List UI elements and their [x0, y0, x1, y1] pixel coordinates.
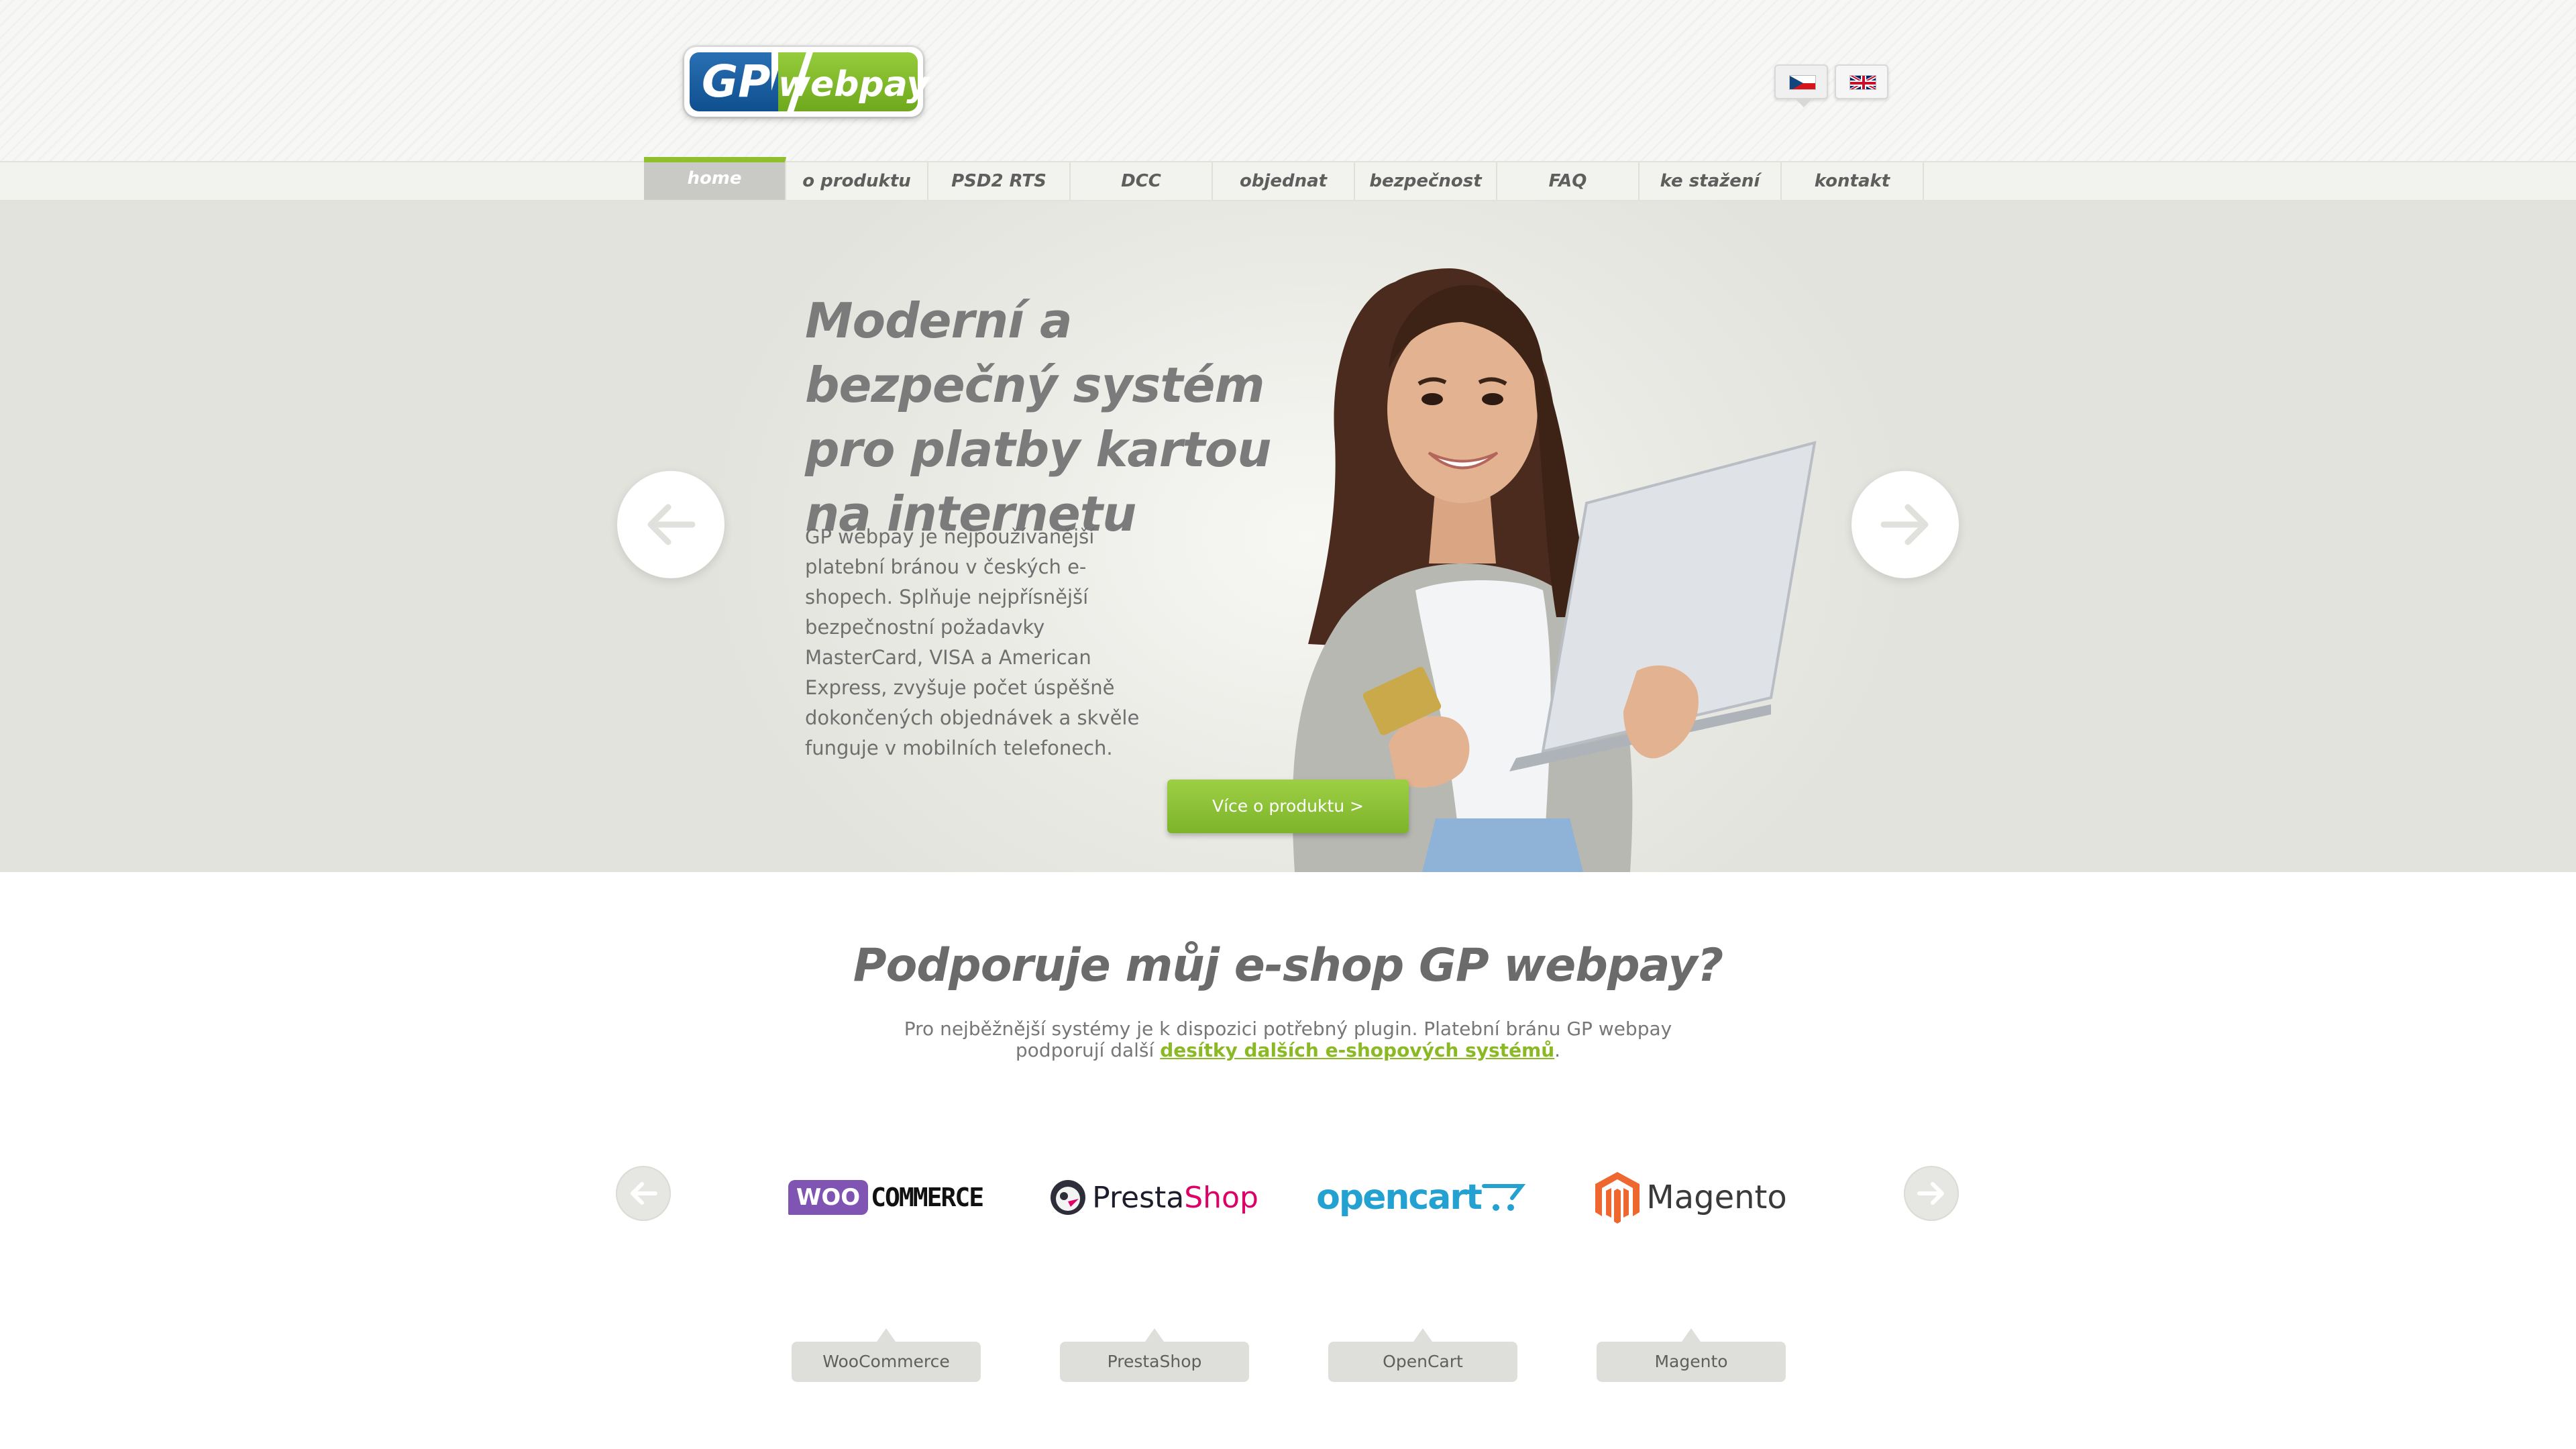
czech-flag-icon [1789, 75, 1816, 90]
site-header: GP webpay [0, 0, 2576, 161]
prestashop-puffin-icon [1051, 1180, 1086, 1215]
more-eshop-systems-link[interactable]: desítky dalších e-shopových systémů [1160, 1039, 1554, 1061]
arrow-left-icon [631, 1182, 657, 1205]
plugins-prev-button[interactable] [616, 1166, 671, 1221]
woman-laptop-illustration [1292, 268, 1817, 872]
plugin-label-opencart[interactable]: OpenCart [1328, 1328, 1517, 1382]
nav-item-psd2-rts[interactable]: PSD2 RTS [928, 162, 1071, 200]
plugins-section-title: Podporuje můj e-shop GP webpay? [853, 939, 1723, 992]
plugin-label-prestashop[interactable]: PrestaShop [1060, 1328, 1249, 1382]
cart-icon [1481, 1184, 1525, 1211]
hero-prev-button[interactable] [617, 471, 724, 578]
opencart-wordmark: opencart [1316, 1177, 1483, 1218]
nav-item-objednat[interactable]: objednat [1213, 162, 1355, 200]
nav-item-kontakt[interactable]: kontakt [1782, 162, 1924, 200]
main-navigation: home o produktu PSD2 RTS DCC objednat be… [0, 157, 2576, 201]
presta-wordmark: Presta [1092, 1180, 1185, 1215]
gp-webpay-logo[interactable]: GP webpay [684, 47, 929, 117]
nav-item-ke-stazeni[interactable]: ke stažení [1640, 162, 1782, 200]
hero-slider: Moderní a bezpečný systém pro platby kar… [0, 201, 2576, 872]
woocommerce-logo[interactable]: WOO COMMERCE [771, 1154, 1000, 1234]
arrow-right-icon [1880, 504, 1929, 545]
magento-hexagon-icon [1595, 1172, 1640, 1224]
shop-wordmark: Shop [1184, 1180, 1258, 1215]
opencart-logo[interactable]: opencart [1308, 1154, 1536, 1234]
language-cz-button[interactable] [1774, 64, 1828, 107]
plugin-label-magento[interactable]: Magento [1597, 1328, 1786, 1382]
nav-item-dcc[interactable]: DCC [1071, 162, 1213, 200]
more-about-product-button[interactable]: Více o produktu > [1167, 780, 1409, 833]
hero-description: GP webpay je nejpoužívanější platební br… [805, 525, 1140, 759]
language-en-button[interactable] [1835, 64, 1888, 99]
nav-item-o-produktu[interactable]: o produktu [786, 162, 928, 200]
arrow-right-icon [1917, 1182, 1944, 1205]
plugins-text-after: . [1554, 1039, 1561, 1061]
uk-flag-icon [1849, 75, 1876, 90]
magento-wordmark: Magento [1646, 1179, 1787, 1216]
arrow-left-icon [647, 504, 696, 545]
nav-item-bezpecnost[interactable]: bezpečnost [1355, 162, 1497, 200]
prestashop-logo[interactable]: PrestaShop [1040, 1154, 1268, 1234]
logo-gp-part: GP [690, 52, 771, 111]
nav-item-faq[interactable]: FAQ [1497, 162, 1640, 200]
magento-logo[interactable]: Magento [1576, 1154, 1805, 1234]
nav-item-home[interactable]: home [644, 157, 786, 200]
plugin-label-woocommerce[interactable]: WooCommerce [792, 1328, 981, 1382]
woo-badge: WOO [788, 1180, 869, 1215]
plugins-section-text: Pro nejběžnější systémy je k dispozici p… [885, 1018, 1690, 1061]
woo-wordmark: COMMERCE [871, 1183, 984, 1212]
hero-next-button[interactable] [1851, 471, 1959, 578]
plugins-next-button[interactable] [1904, 1166, 1959, 1221]
